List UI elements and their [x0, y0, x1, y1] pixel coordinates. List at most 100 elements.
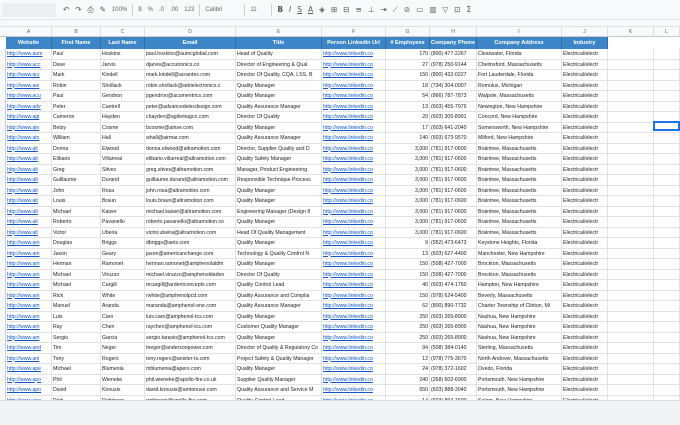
table-cell[interactable]: Customer Quality Manager: [236, 322, 322, 333]
table-cell[interactable]: http://www.linkedin.co: [322, 227, 386, 238]
empty-cell[interactable]: [608, 49, 654, 60]
table-cell[interactable]: John: [52, 185, 101, 196]
table-cell[interactable]: Louis: [52, 196, 101, 207]
font-select[interactable]: Calibri: [202, 7, 242, 13]
empty-cell[interactable]: [654, 217, 680, 228]
table-cell[interactable]: (978) 250-9144: [430, 59, 477, 70]
table-cell[interactable]: http://www.acc: [6, 59, 52, 70]
table-cell[interactable]: Manager, Product Engineering: [236, 164, 322, 175]
empty-cell[interactable]: [608, 238, 654, 249]
table-cell[interactable]: http://www.and: [6, 343, 52, 354]
table-cell[interactable]: (268) 602-6900: [430, 374, 477, 385]
empty-cell[interactable]: [654, 385, 680, 396]
empty-cell[interactable]: [654, 143, 680, 154]
table-cell[interactable]: Kirousis: [101, 385, 145, 396]
table-cell[interactable]: Director Of Quality: [236, 112, 322, 123]
table-cell[interactable]: Quality Manager: [236, 91, 322, 102]
table-cell[interactable]: Neger: [101, 343, 145, 354]
table-cell[interactable]: Kaiser: [101, 206, 145, 217]
table-cell[interactable]: http://www.alt: [6, 185, 52, 196]
header-cell[interactable]: Company Address: [477, 37, 562, 49]
table-cell[interactable]: Electrical/electr: [562, 59, 608, 70]
table-cell[interactable]: http://www.linkedin.co: [322, 80, 386, 91]
table-cell[interactable]: http://www.linkedin.co: [322, 217, 386, 228]
table-cell[interactable]: (866) 787-7873: [430, 91, 477, 102]
table-cell[interactable]: http://www.am: [6, 322, 52, 333]
table-cell[interactable]: Electrical/electr: [562, 301, 608, 312]
table-cell[interactable]: http://www.alt: [6, 217, 52, 228]
empty-cell[interactable]: [608, 227, 654, 238]
table-cell[interactable]: luis.caro@amphenol-tcs.com: [145, 311, 236, 322]
empty-cell[interactable]: [608, 248, 654, 259]
empty-cell[interactable]: [608, 143, 654, 154]
table-cell[interactable]: tneger@andersonpower.com: [145, 343, 236, 354]
table-cell[interactable]: Electrical/electr: [562, 49, 608, 60]
table-cell[interactable]: Douglas: [52, 238, 101, 249]
table-cell[interactable]: Electrical/electr: [562, 248, 608, 259]
table-cell[interactable]: Braintree, Massachusetts: [477, 154, 562, 165]
table-cell[interactable]: Mark: [52, 70, 101, 81]
table-cell[interactable]: Sitves: [101, 164, 145, 175]
selected-cell[interactable]: [653, 121, 680, 131]
empty-cell[interactable]: [654, 49, 680, 60]
table-cell[interactable]: Cantrell: [101, 101, 145, 112]
empty-cell[interactable]: [608, 59, 654, 70]
table-cell[interactable]: Luis: [52, 311, 101, 322]
table-cell[interactable]: rwhite@amphenolpcd.com: [145, 290, 236, 301]
empty-cell[interactable]: [654, 59, 680, 70]
table-cell[interactable]: 3,000: [386, 175, 430, 186]
table-cell[interactable]: (781) 917-0600: [430, 217, 477, 228]
table-cell[interactable]: http://www.acu: [6, 91, 52, 102]
table-cell[interactable]: Quality Assurance Manager: [236, 301, 322, 312]
empty-cell[interactable]: [608, 385, 654, 396]
borders-icon[interactable]: ⊞: [328, 5, 340, 14]
insert-chart-icon[interactable]: ▥: [426, 5, 439, 14]
table-cell[interactable]: Responsible Technique Process: [236, 175, 322, 186]
table-cell[interactable]: Electrical/electr: [562, 143, 608, 154]
undo-icon[interactable]: ↶: [60, 5, 72, 14]
table-cell[interactable]: whall@airmar.com: [145, 133, 236, 144]
table-cell[interactable]: http://www.linkedin.co: [322, 112, 386, 123]
text-wrap-icon[interactable]: ⇥: [377, 5, 389, 14]
table-cell[interactable]: Braintree, Massachusetts: [477, 227, 562, 238]
empty-cell[interactable]: [654, 374, 680, 385]
table-cell[interactable]: Chen: [101, 322, 145, 333]
table-cell[interactable]: http://www.linkedin.co: [322, 59, 386, 70]
empty-cell[interactable]: [654, 364, 680, 375]
table-cell[interactable]: Electrical/electr: [562, 311, 608, 322]
table-cell[interactable]: Clearwater, Florida: [477, 49, 562, 60]
table-cell[interactable]: (781) 917-0600: [430, 185, 477, 196]
table-cell[interactable]: (603) 265-8900: [430, 322, 477, 333]
empty-cell[interactable]: [654, 343, 680, 354]
table-cell[interactable]: Ramonet: [101, 259, 145, 270]
text-rotate-icon[interactable]: ⟋: [390, 5, 401, 15]
table-cell[interactable]: 27: [386, 59, 430, 70]
currency-format-button[interactable]: $: [135, 7, 144, 13]
table-cell[interactable]: Rick: [52, 290, 101, 301]
table-cell[interactable]: http://www.am: [6, 248, 52, 259]
table-cell[interactable]: (781) 917-0600: [430, 154, 477, 165]
table-cell[interactable]: mcargill@ardentconcepts.com: [145, 280, 236, 291]
table-cell[interactable]: Rosa: [101, 185, 145, 196]
table-cell[interactable]: Electrical/electr: [562, 353, 608, 364]
table-cell[interactable]: David: [52, 385, 101, 396]
empty-cell[interactable]: [608, 154, 654, 165]
table-cell[interactable]: (508) 427-7000: [430, 269, 477, 280]
table-cell[interactable]: louis.braun@altramotion.com: [145, 196, 236, 207]
header-cell[interactable]: Title: [236, 37, 322, 49]
table-cell[interactable]: Electrical/electr: [562, 259, 608, 270]
table-cell[interactable]: Nashua, New Hampshire: [477, 322, 562, 333]
table-cell[interactable]: Project Safety & Quality Manager: [236, 353, 322, 364]
paint-format-icon[interactable]: ✎: [97, 5, 109, 14]
table-cell[interactable]: 150: [386, 70, 430, 81]
empty-cell[interactable]: [654, 259, 680, 270]
table-cell[interactable]: (603) 673-9570: [430, 133, 477, 144]
table-cell[interactable]: Brockton, Massachusetts: [477, 269, 562, 280]
table-cell[interactable]: Herman: [52, 259, 101, 270]
empty-cell[interactable]: [608, 332, 654, 343]
table-cell[interactable]: (781) 917-0600: [430, 175, 477, 186]
table-cell[interactable]: donna.elwood@altramotion.com: [145, 143, 236, 154]
table-cell[interactable]: Braintree, Massachusetts: [477, 143, 562, 154]
table-cell[interactable]: Fort Lauderdale, Florida: [477, 70, 562, 81]
table-cell[interactable]: Phil: [52, 374, 101, 385]
